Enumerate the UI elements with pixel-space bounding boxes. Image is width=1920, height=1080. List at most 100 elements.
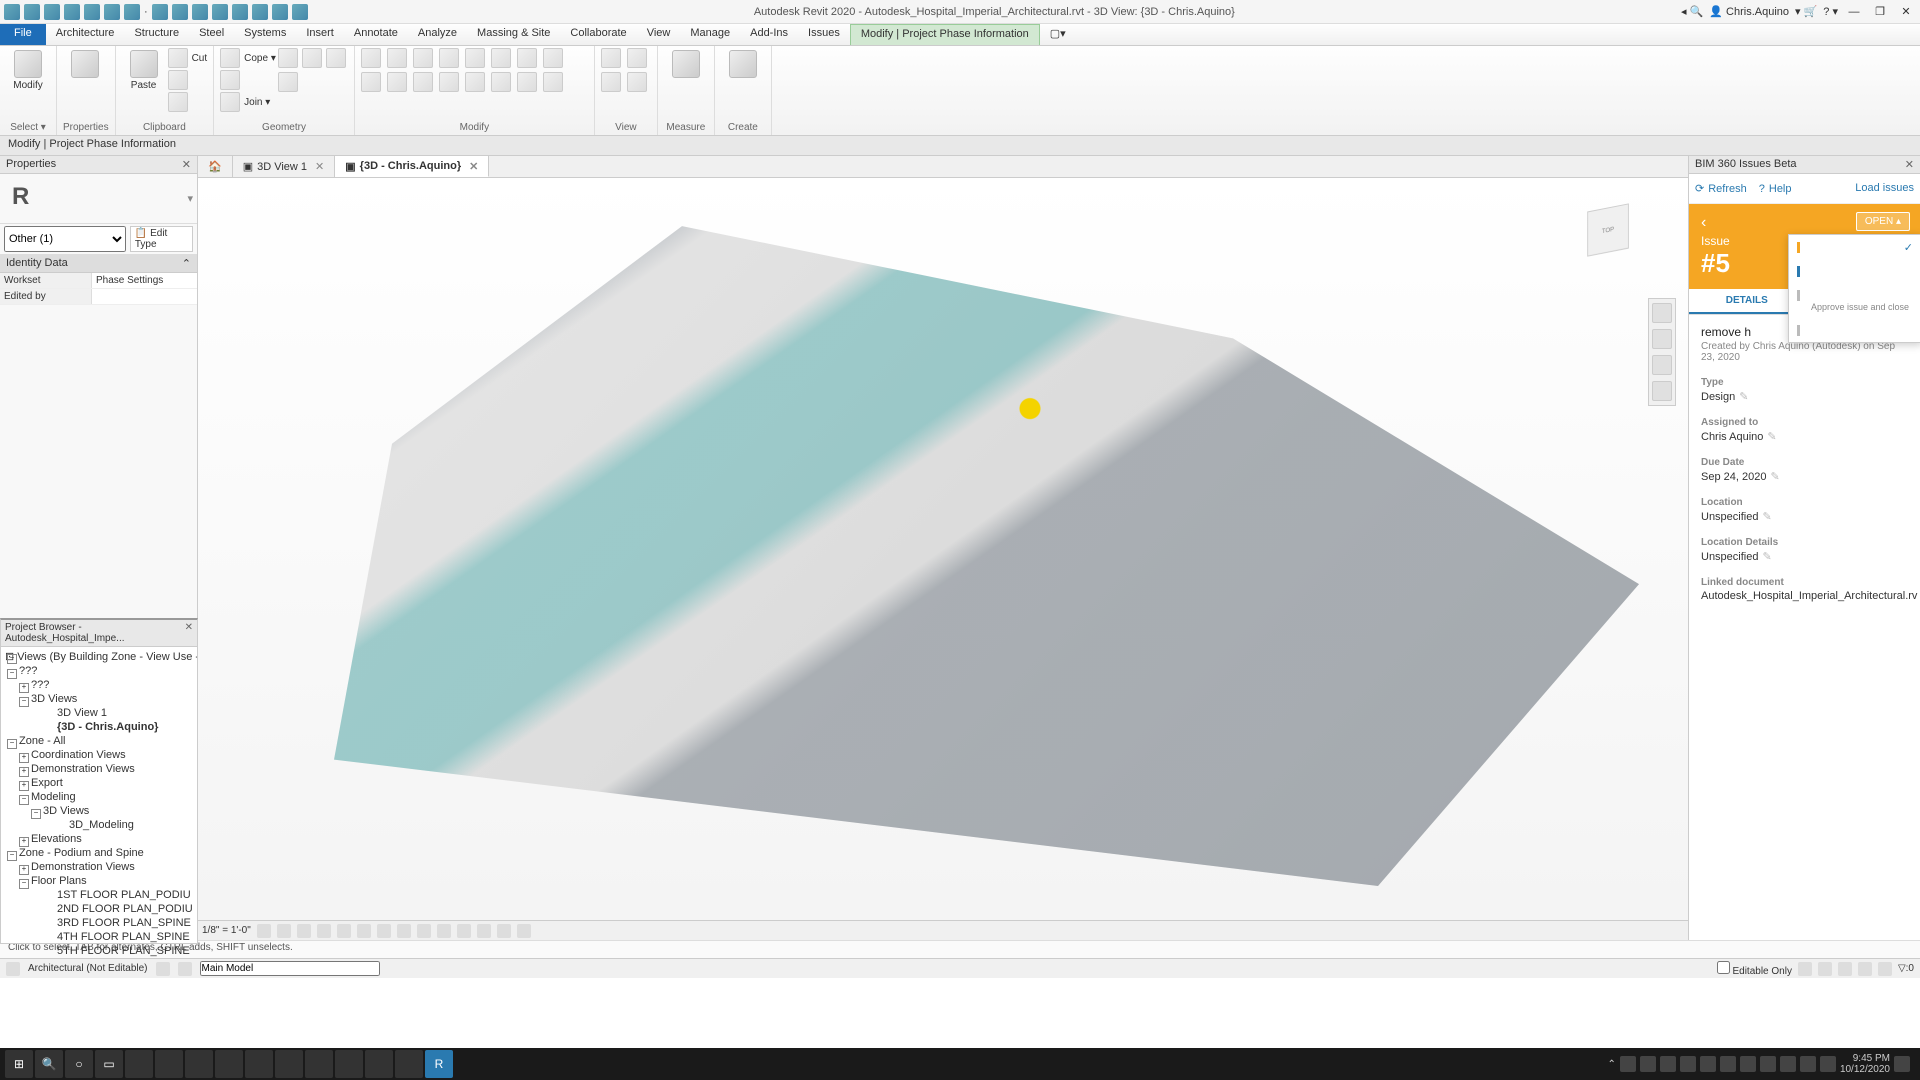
highlight-icon[interactable] <box>497 924 511 938</box>
revit-taskbar-icon[interactable]: R <box>425 1050 453 1078</box>
tree-item[interactable]: Export <box>13 776 197 790</box>
cope-button[interactable]: Cope ▾ <box>220 48 276 68</box>
tab-architecture[interactable]: Architecture <box>46 24 125 45</box>
volume-icon[interactable] <box>1820 1056 1836 1072</box>
copy-button[interactable] <box>168 70 208 90</box>
search-icon[interactable]: 🔍 <box>35 1050 63 1078</box>
start-button[interactable]: ⊞ <box>5 1050 33 1078</box>
close-icon[interactable]: ✕ <box>1905 158 1914 171</box>
match-button[interactable] <box>168 92 208 112</box>
switch-win-icon[interactable] <box>292 4 308 20</box>
measure-button[interactable] <box>664 48 708 80</box>
3d-icon[interactable] <box>212 4 228 20</box>
filter-count[interactable]: ▽:0 <box>1898 963 1914 974</box>
file-tab[interactable]: File <box>0 24 46 45</box>
task-view-icon[interactable]: ▭ <box>95 1050 123 1078</box>
tray-chevron-icon[interactable]: ⌃ <box>1608 1059 1616 1070</box>
geom-icon[interactable] <box>326 48 346 68</box>
taskbar-app[interactable] <box>335 1050 363 1078</box>
tree-item[interactable]: ??? <box>13 678 197 692</box>
tab-modify-contextual[interactable]: Modify | Project Phase Information <box>850 24 1040 45</box>
status-option-void[interactable]: Void <box>1789 318 1920 342</box>
mod-icon[interactable] <box>543 72 563 92</box>
tree-item[interactable]: 3D_Modeling <box>37 818 197 832</box>
tab-systems[interactable]: Systems <box>234 24 296 45</box>
tab-extra-icon[interactable]: ▢▾ <box>1040 24 1076 45</box>
clock-date[interactable]: 10/12/2020 <box>1840 1064 1890 1075</box>
tray-icon[interactable] <box>1620 1056 1636 1072</box>
view-icon[interactable] <box>627 48 647 68</box>
taskbar-app[interactable] <box>245 1050 273 1078</box>
tree-item[interactable]: Demonstration Views <box>13 860 197 874</box>
cut-geom-button[interactable] <box>220 70 276 90</box>
tray-icon[interactable] <box>1780 1056 1796 1072</box>
tab-analyze[interactable]: Analyze <box>408 24 467 45</box>
tree-item[interactable]: 3D Views <box>13 692 197 706</box>
tray-icon[interactable] <box>1700 1056 1716 1072</box>
pan-icon[interactable] <box>1652 329 1672 349</box>
close-icon[interactable]: ✕ <box>185 622 193 644</box>
tab-collaborate[interactable]: Collaborate <box>560 24 636 45</box>
tray-icon[interactable] <box>1760 1056 1776 1072</box>
tree-item[interactable]: Modeling <box>13 790 197 804</box>
offset-icon[interactable] <box>361 72 381 92</box>
taskbar-app[interactable] <box>305 1050 333 1078</box>
properties-button[interactable] <box>63 48 107 80</box>
tree-root[interactable]: ⊡ Views (By Building Zone - View Use - <box>1 649 197 664</box>
active-workset[interactable]: Architectural (Not Editable) <box>28 963 148 974</box>
pin-icon[interactable] <box>413 72 433 92</box>
reveal-hidden-icon[interactable] <box>437 924 451 938</box>
visual-style-icon[interactable] <box>277 924 291 938</box>
tab-issues[interactable]: Issues <box>798 24 850 45</box>
open-icon[interactable] <box>24 4 40 20</box>
worksharing-icon[interactable] <box>457 924 471 938</box>
workset-icon[interactable] <box>6 962 20 976</box>
taskbar-app[interactable] <box>215 1050 243 1078</box>
rendering-icon[interactable] <box>337 924 351 938</box>
select-links-icon[interactable] <box>1798 962 1812 976</box>
detail-level-icon[interactable] <box>257 924 271 938</box>
full-nav-wheel-icon[interactable] <box>1652 303 1672 323</box>
geom-icon[interactable] <box>278 72 298 92</box>
tree-item[interactable]: Zone - Podium and Spine <box>1 846 197 860</box>
paste-button[interactable]: Paste <box>122 48 166 93</box>
sb-icon[interactable] <box>178 962 192 976</box>
refresh-button[interactable]: ⟳Refresh <box>1695 182 1747 195</box>
tree-item[interactable]: Floor Plans <box>13 874 197 888</box>
tree-item[interactable]: 3D View 1 <box>25 706 197 720</box>
close-icon[interactable]: ✕ <box>182 158 191 171</box>
infocenter-icon[interactable]: ◂ 🔍 <box>1681 5 1703 18</box>
reveal-constraints-icon[interactable] <box>517 924 531 938</box>
scale-selector[interactable]: 1/8" = 1'-0" <box>202 925 251 936</box>
taskbar-app[interactable] <box>125 1050 153 1078</box>
close-hidden-icon[interactable] <box>272 4 288 20</box>
tree-item[interactable]: 3RD FLOOR PLAN_SPINE <box>25 916 197 930</box>
tab-annotate[interactable]: Annotate <box>344 24 408 45</box>
view-icon[interactable] <box>601 72 621 92</box>
create-button[interactable] <box>721 48 765 80</box>
type-preview[interactable]: R▾ <box>0 174 197 224</box>
shadows-icon[interactable] <box>317 924 331 938</box>
section-icon[interactable] <box>232 4 248 20</box>
tree-item[interactable]: ??? <box>1 664 197 678</box>
modify-button[interactable]: Modify <box>6 48 50 93</box>
taskbar-app[interactable] <box>155 1050 183 1078</box>
issue-linked-doc[interactable]: Autodesk_Hospital_Imperial_Architectural… <box>1701 590 1908 602</box>
tab-addins[interactable]: Add-Ins <box>740 24 798 45</box>
temp-hide-icon[interactable] <box>417 924 431 938</box>
revit-icon[interactable] <box>4 4 20 20</box>
taskbar-app[interactable] <box>185 1050 213 1078</box>
view-tab[interactable]: ▣{3D - Chris.Aquino}✕ <box>335 156 489 177</box>
load-issues-button[interactable]: Load issues <box>1855 182 1914 194</box>
main-model-field[interactable] <box>200 961 380 976</box>
back-icon[interactable]: ‹ <box>1701 214 1706 231</box>
array-icon[interactable] <box>465 48 485 68</box>
3d-viewport[interactable]: TOP <box>198 178 1688 920</box>
design-options-icon[interactable] <box>156 962 170 976</box>
help-icon[interactable]: ? ▾ <box>1823 5 1838 18</box>
taskbar-app[interactable] <box>365 1050 393 1078</box>
user-menu[interactable]: 👤 Chris.Aquino <box>1709 5 1789 18</box>
thin-lines-icon[interactable] <box>252 4 268 20</box>
tab-view[interactable]: View <box>637 24 681 45</box>
status-dropdown-button[interactable]: OPEN ▴ <box>1856 212 1910 231</box>
